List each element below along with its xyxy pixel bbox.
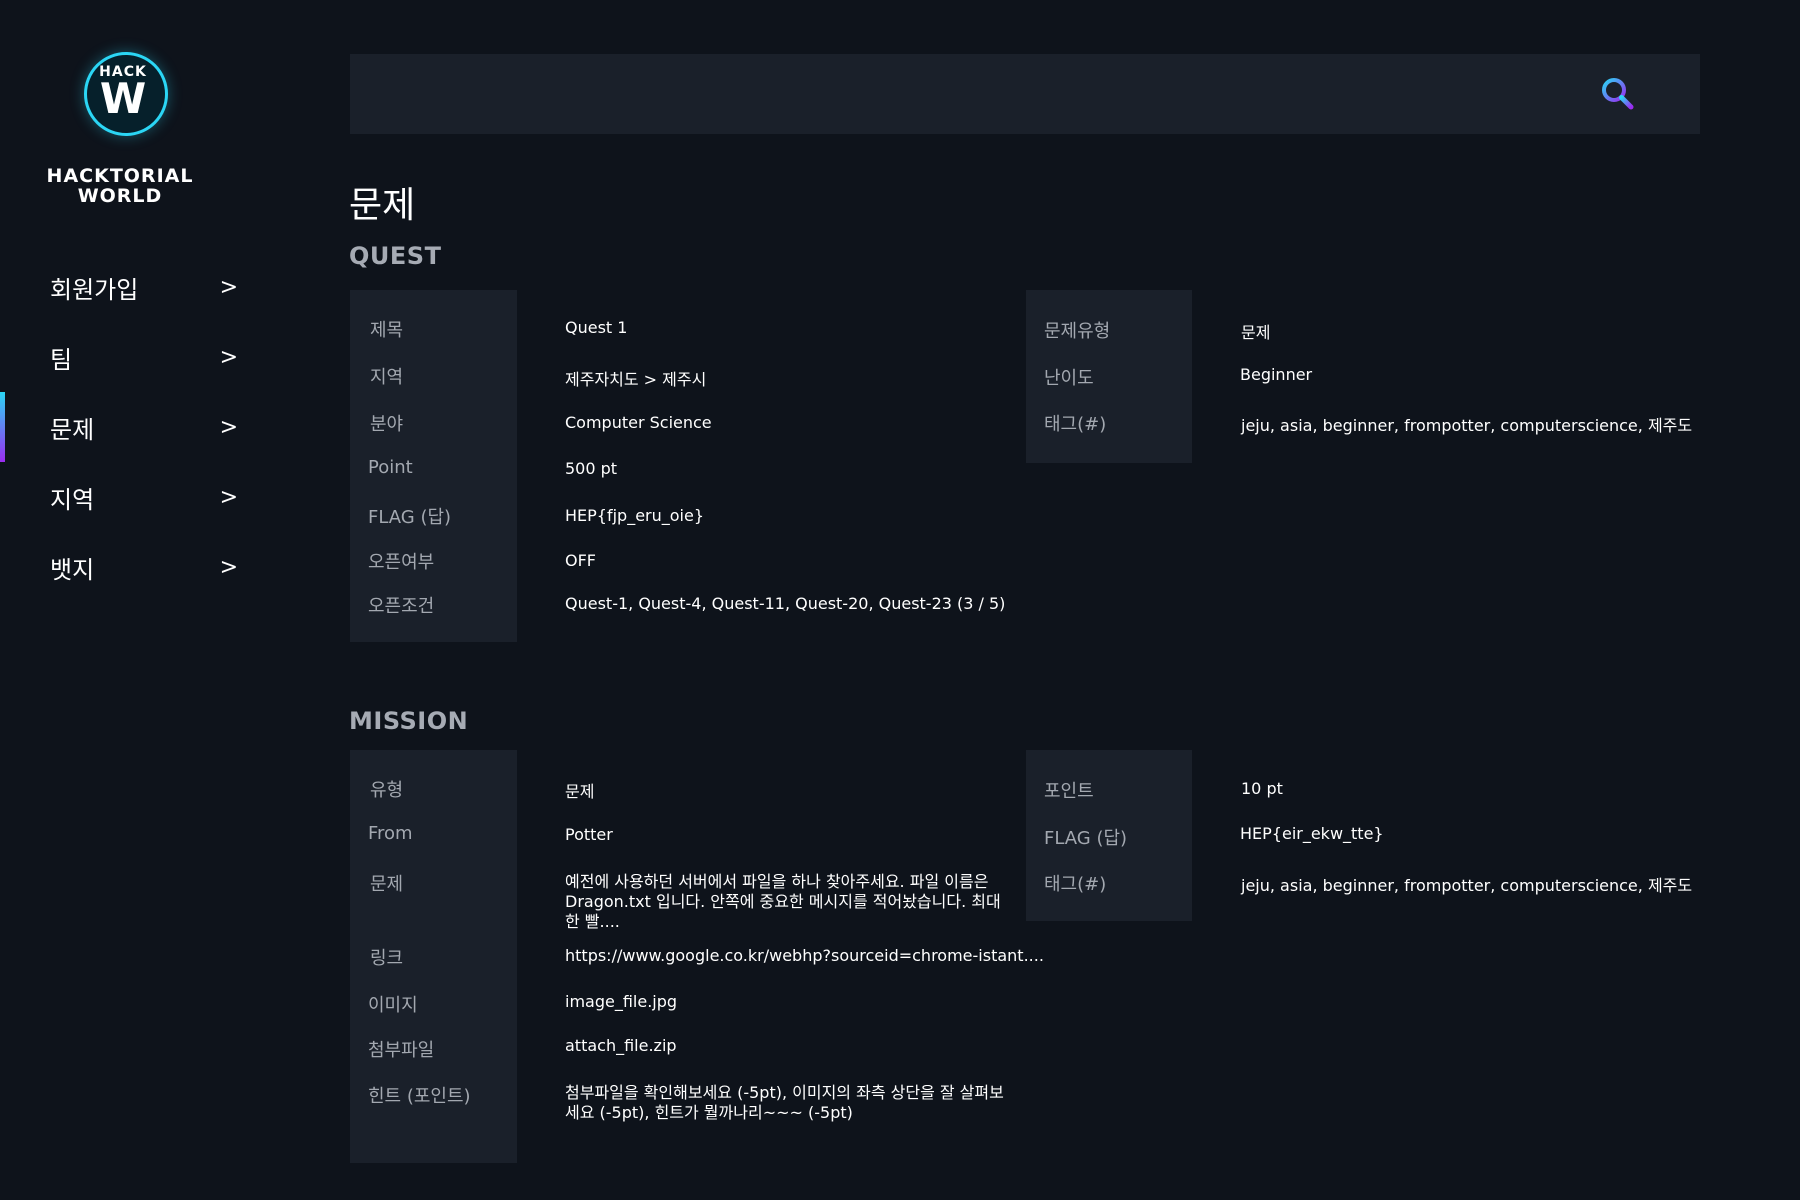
sidebar-item-region[interactable]: 지역 > [0, 462, 300, 532]
sidebar-item-label: 팀 [50, 345, 73, 374]
quest-label-flag: FLAG (답) [368, 507, 452, 528]
sidebar-item-label: 뱃지 [50, 555, 95, 584]
quest-label-problem-type: 문제유형 [1044, 321, 1111, 342]
mission-value-flag: HEP{eir_ekw_tte} [1240, 824, 1384, 843]
page-title: 문제 [349, 185, 416, 226]
mission-label-hint: 힌트 (포인트) [368, 1086, 471, 1107]
brand-line-2: WORLD [77, 185, 163, 207]
search-icon[interactable] [1599, 75, 1635, 111]
mission-heading: MISSION [349, 707, 469, 735]
quest-value-open-condition: Quest-1, Quest-4, Quest-11, Quest-20, Qu… [565, 594, 1006, 613]
quest-value-title: Quest 1 [565, 318, 628, 337]
mission-value-problem: 예전에 사용하던 서버에서 파일을 하나 찾아주세요. 파일 이름은 Drago… [565, 872, 1001, 931]
mission-value-image[interactable]: image_file.jpg [565, 992, 677, 1011]
quest-value-difficulty: Beginner [1240, 365, 1313, 384]
chevron-right-icon: > [219, 484, 238, 510]
mission-value-attachment[interactable]: attach_file.zip [565, 1036, 677, 1055]
quest-value-flag: HEP{fjp_eru_oie} [565, 506, 705, 525]
mission-label-flag: FLAG (답) [1044, 828, 1128, 849]
mission-value-hint: 첨부파일을 확인해보세요 (-5pt), 이미지의 좌측 상단을 잘 살펴보세요… [565, 1083, 1004, 1122]
quest-value-problem-type: 문제 [1241, 323, 1271, 342]
quest-value-region: 제주자치도 > 제주시 [565, 370, 707, 389]
mission-label-link: 링크 [370, 948, 404, 969]
search-bar [350, 54, 1700, 134]
quest-value-field: Computer Science [565, 413, 712, 432]
mission-label-problem: 문제 [370, 874, 404, 895]
quest-label-tags: 태그(#) [1044, 414, 1107, 435]
mission-label-tags: 태그(#) [1044, 874, 1107, 895]
chevron-right-icon: > [219, 554, 238, 580]
mission-value-tags: jeju, asia, beginner, frompotter, comput… [1241, 876, 1693, 895]
mission-label-attachment: 첨부파일 [368, 1040, 435, 1061]
mission-label-type: 유형 [370, 780, 404, 801]
brand-line-1: HACKTORIAL [46, 165, 194, 187]
mission-value-from: Potter [565, 825, 613, 844]
mission-label-image: 이미지 [368, 995, 418, 1016]
mission-label-points: 포인트 [1044, 781, 1094, 802]
sidebar-item-label: 지역 [50, 485, 95, 514]
quest-label-point: Point [368, 457, 413, 478]
sidebar: HACK W HACKTORIAL WORLD 회원가입 > 팀 > 문제 > … [0, 0, 300, 1200]
search-input[interactable] [350, 54, 1610, 134]
chevron-right-icon: > [219, 274, 238, 300]
sidebar-nav: 회원가입 > 팀 > 문제 > 지역 > 뱃지 > [0, 252, 300, 602]
quest-label-open-status: 오픈여부 [368, 552, 435, 573]
sidebar-item-team[interactable]: 팀 > [0, 322, 300, 392]
mission-label-from: From [368, 823, 413, 844]
logo-letter: W [99, 74, 147, 123]
mission-value-points: 10 pt [1241, 779, 1283, 798]
sidebar-item-signup[interactable]: 회원가입 > [0, 252, 300, 322]
chevron-right-icon: > [219, 414, 238, 440]
brand-name: HACKTORIAL WORLD [30, 166, 210, 206]
quest-label-field: 분야 [370, 414, 404, 435]
mission-value-type: 문제 [565, 782, 595, 801]
logo[interactable]: HACK W [84, 52, 168, 136]
quest-heading: QUEST [349, 242, 442, 270]
page: HACK W HACKTORIAL WORLD 회원가입 > 팀 > 문제 > … [0, 0, 1800, 1200]
quest-label-open-condition: 오픈조건 [368, 596, 435, 617]
quest-value-open-status: OFF [565, 551, 596, 570]
sidebar-item-label: 회원가입 [50, 275, 139, 304]
sidebar-item-problem[interactable]: 문제 > [0, 392, 300, 462]
sidebar-item-label: 문제 [50, 415, 95, 444]
chevron-right-icon: > [219, 344, 238, 370]
sidebar-item-badge[interactable]: 뱃지 > [0, 532, 300, 602]
quest-label-title: 제목 [370, 320, 404, 341]
quest-value-point: 500 pt [565, 459, 618, 478]
quest-label-region: 지역 [370, 367, 404, 388]
quest-label-difficulty: 난이도 [1044, 368, 1094, 389]
mission-value-link[interactable]: https://www.google.co.kr/webhp?sourceid=… [565, 946, 1044, 965]
quest-value-tags: jeju, asia, beginner, frompotter, comput… [1241, 416, 1693, 435]
